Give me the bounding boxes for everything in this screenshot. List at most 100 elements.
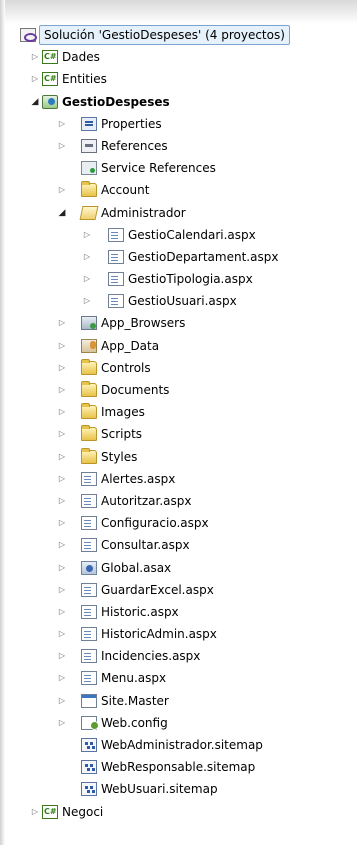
expand-arrow-icon[interactable]: ▷ (57, 401, 67, 423)
expand-arrow-icon[interactable]: ▷ (57, 135, 67, 157)
aspx-file-icon (81, 538, 97, 553)
tree-item-historic[interactable]: ▷ Historic.aspx (0, 601, 357, 623)
expand-arrow-icon[interactable]: ▷ (57, 490, 67, 512)
sitemap-icon (81, 738, 97, 752)
tree-item-gestiocalendari[interactable]: ▷ GestioCalendari.aspx (0, 224, 357, 246)
tree-item-web-config[interactable]: ▷ Web.config (0, 712, 357, 734)
solution-icon (20, 28, 37, 42)
tree-item-gestiousuari[interactable]: ▷ GestioUsuari.aspx (0, 290, 357, 312)
tree-item-label: GestioDepartament.aspx (128, 249, 279, 264)
tree-item-gestiotipologia[interactable]: ▷ GestioTipologia.aspx (0, 268, 357, 290)
tree-item-references[interactable]: ▷ References (0, 135, 357, 157)
tree-item-scripts[interactable]: ▷ Scripts (0, 423, 357, 445)
expand-arrow-icon[interactable]: ▷ (57, 557, 67, 579)
expand-arrow-icon[interactable]: ▷ (57, 534, 67, 556)
folder-icon (81, 381, 97, 397)
collapse-arrow-icon[interactable]: ◢ (30, 91, 40, 113)
expand-arrow-icon[interactable]: ▷ (82, 290, 92, 312)
tree-item-consultar[interactable]: ▷ Consultar.aspx (0, 534, 357, 556)
tree-item-label: HistoricAdmin.aspx (101, 627, 217, 642)
expand-arrow-icon[interactable]: ▷ (57, 579, 67, 601)
tree-item-account[interactable]: ▷ Account (0, 179, 357, 201)
tree-item-global[interactable]: ▷ Global.asax (0, 557, 357, 579)
global-asax-icon (81, 560, 97, 575)
tree-item-label: Entities (62, 72, 107, 87)
web-project-icon (42, 94, 58, 109)
tree-item-app-browsers[interactable]: ▷ App_Browsers (0, 312, 357, 334)
expand-arrow-icon[interactable]: ▷ (30, 68, 40, 90)
aspx-file-icon (81, 627, 97, 642)
expand-arrow-icon[interactable]: ▷ (57, 357, 67, 379)
tree-item-entities[interactable]: ▷ Entities (0, 68, 357, 90)
tree-item-webadministrador[interactable]: WebAdministrador.sitemap (0, 734, 357, 756)
collapse-arrow-icon[interactable]: ◢ (57, 202, 67, 224)
expand-arrow-icon[interactable]: ▷ (30, 801, 40, 823)
expand-arrow-icon[interactable]: ▷ (57, 712, 67, 734)
tree-item-solution[interactable]: Solución 'GestioDespeses' (4 proyectos) (0, 24, 357, 46)
tree-item-label: Account (101, 183, 150, 198)
expand-arrow-icon[interactable]: ▷ (57, 468, 67, 490)
tree-item-service-references[interactable]: Service References (0, 157, 357, 179)
tree-item-webresponsable[interactable]: WebResponsable.sitemap (0, 756, 357, 778)
tree-item-alertes[interactable]: ▷ Alertes.aspx (0, 468, 357, 490)
tree-item-label: Autoritzar.aspx (101, 493, 192, 508)
expand-arrow-icon[interactable]: ▷ (57, 446, 67, 468)
properties-icon (81, 116, 97, 131)
expand-arrow-icon[interactable]: ▷ (57, 601, 67, 623)
expand-arrow-icon[interactable]: ▷ (57, 690, 67, 712)
csharp-project-icon (42, 72, 58, 87)
app-browsers-folder-icon (81, 316, 97, 331)
tree-item-label: Global.asax (101, 560, 172, 575)
tree-item-label: WebAdministrador.sitemap (101, 738, 263, 752)
tree-item-gestiodepartament[interactable]: ▷ GestioDepartament.aspx (0, 246, 357, 268)
tree-item-configuracio[interactable]: ▷ Configuracio.aspx (0, 512, 357, 534)
tree-item-site-master[interactable]: ▷ Site.Master (0, 690, 357, 712)
folder-icon (81, 358, 97, 375)
expand-arrow-icon[interactable]: ▷ (57, 312, 67, 334)
expand-arrow-icon[interactable]: ▷ (57, 335, 67, 357)
expand-arrow-icon[interactable]: ▷ (82, 268, 92, 290)
tree-item-app-data[interactable]: ▷ App_Data (0, 335, 357, 357)
tree-item-label: Properties (101, 116, 162, 131)
tree-item-styles[interactable]: ▷ Styles (0, 446, 357, 468)
tree-item-label: Documents (101, 383, 170, 397)
tree-item-label: Scripts (101, 427, 143, 442)
sitemap-icon (81, 782, 97, 797)
tree-item-properties[interactable]: ▷ Properties (0, 113, 357, 135)
tree-item-label: GestioCalendari.aspx (128, 227, 256, 242)
tree-item-label: Configuracio.aspx (101, 516, 209, 531)
tree-item-gestiodespeses[interactable]: ◢ GestioDespeses (0, 91, 357, 113)
aspx-file-icon (81, 649, 97, 664)
expand-arrow-icon[interactable]: ▷ (82, 246, 92, 268)
expand-arrow-icon[interactable]: ▷ (57, 423, 67, 445)
aspx-file-icon (108, 294, 124, 309)
tree-item-webusuari[interactable]: WebUsuari.sitemap (0, 778, 357, 800)
expand-arrow-icon[interactable]: ▷ (57, 512, 67, 534)
tree-item-label: GuardarExcel.aspx (101, 582, 214, 597)
tree-item-controls[interactable]: ▷ Controls (0, 357, 357, 379)
tree-item-label: Controls (101, 360, 151, 375)
tree-item-documents[interactable]: ▷ Documents (0, 379, 357, 401)
expand-arrow-icon[interactable]: ▷ (57, 379, 67, 401)
tree-item-administrador[interactable]: ◢ Administrador (0, 202, 357, 224)
expand-arrow-icon[interactable]: ▷ (57, 113, 67, 135)
tree-item-guardarexcel[interactable]: ▷ GuardarExcel.aspx (0, 579, 357, 601)
tree-item-historicadmin[interactable]: ▷ HistoricAdmin.aspx (0, 623, 357, 645)
tree-item-label: GestioUsuari.aspx (128, 294, 237, 309)
tree-item-dades[interactable]: ▷ Dades (0, 46, 357, 68)
tree-item-negoci[interactable]: ▷ Negoci (0, 801, 357, 823)
expand-arrow-icon[interactable]: ▷ (30, 46, 40, 68)
tree-item-menu[interactable]: ▷ Menu.aspx (0, 667, 357, 689)
tree-item-label: Historic.aspx (101, 604, 179, 619)
tree-item-images[interactable]: ▷ Images (0, 401, 357, 423)
expand-arrow-icon[interactable]: ▷ (57, 623, 67, 645)
expand-arrow-icon[interactable]: ▷ (57, 667, 67, 689)
tree-item-incidencies[interactable]: ▷ Incidencies.aspx (0, 645, 357, 667)
aspx-file-icon (81, 604, 97, 619)
expand-arrow-icon[interactable]: ▷ (57, 645, 67, 667)
tree-item-label: GestioTipologia.aspx (128, 272, 253, 287)
tree-item-label: App_Data (101, 338, 160, 353)
expand-arrow-icon[interactable]: ▷ (82, 224, 92, 246)
tree-item-autoritzar[interactable]: ▷ Autoritzar.aspx (0, 490, 357, 512)
expand-arrow-icon[interactable]: ▷ (57, 179, 67, 201)
